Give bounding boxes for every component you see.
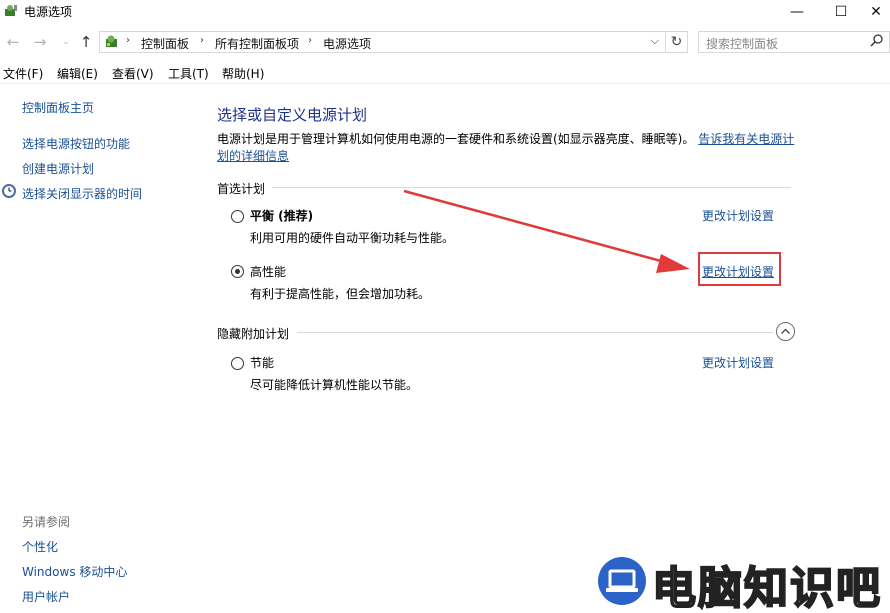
annotation-arrow: [403, 189, 690, 273]
description-text: 电源计划是用于管理计算机如何使用电源的一套硬件和系统设置(如显示器亮度、睡眠等)…: [217, 132, 695, 146]
radio-selected-dot: [235, 269, 240, 274]
hidden-plans-divider: [297, 332, 773, 333]
watermark-logo: [598, 557, 646, 605]
address-dropdown-icon[interactable]: ⌵: [651, 34, 659, 48]
recent-locations-chevron-icon[interactable]: ⌄: [56, 32, 76, 52]
menu-file[interactable]: 文件(F): [3, 65, 43, 82]
mobility-center-link[interactable]: Windows 移动中心: [22, 563, 127, 580]
title-bar: 电源选项 — ☐ ✕: [0, 0, 890, 24]
breadcrumb-power-options[interactable]: 电源选项: [323, 35, 371, 52]
balanced-plan-radio[interactable]: [231, 210, 244, 223]
minimize-button[interactable]: —: [774, 0, 820, 24]
power-saver-change-settings-link[interactable]: 更改计划设置: [702, 354, 774, 371]
balanced-change-settings-link[interactable]: 更改计划设置: [702, 207, 774, 224]
breadcrumb-control-panel[interactable]: 控制面板: [141, 35, 189, 52]
high-performance-plan-description: 有利于提高性能，但会增加功耗。: [250, 287, 431, 301]
collapse-hidden-plans-button[interactable]: [776, 322, 795, 341]
high-performance-plan-name[interactable]: 高性能: [250, 263, 286, 280]
menu-view[interactable]: 查看(V): [112, 65, 154, 82]
forward-arrow-icon[interactable]: →: [30, 32, 50, 52]
menu-help[interactable]: 帮助(H): [222, 65, 264, 82]
search-placeholder: 搜索控制面板: [706, 37, 779, 51]
hidden-plans-label: 隐藏附加计划: [217, 327, 290, 341]
see-also-title: 另请参阅: [22, 515, 71, 529]
address-bar[interactable]: › 控制面板 › 所有控制面板项 › 电源选项 ⌵: [99, 31, 666, 53]
preferred-plans-divider: [272, 187, 791, 188]
control-panel-home-link[interactable]: 控制面板主页: [22, 99, 94, 116]
balanced-plan-description: 利用可用的硬件自动平衡功耗与性能。: [250, 231, 455, 245]
power-saver-plan-name[interactable]: 节能: [250, 354, 274, 371]
balanced-plan-name[interactable]: 平衡 (推荐): [250, 207, 313, 224]
annotation-highlight-box: [698, 252, 781, 286]
menu-bar: 文件(F) 编辑(E) 查看(V) 工具(T) 帮助(H): [0, 62, 890, 84]
window-title: 电源选项: [24, 5, 73, 19]
back-arrow-icon[interactable]: ←: [3, 32, 23, 52]
create-power-plan-link[interactable]: 创建电源计划: [22, 160, 94, 177]
breadcrumb-all-items[interactable]: 所有控制面板项: [215, 35, 299, 52]
menu-tools[interactable]: 工具(T): [168, 65, 209, 82]
chevron-up-icon: [781, 328, 790, 334]
display-off-time-link[interactable]: 选择关闭显示器的时间: [22, 185, 142, 202]
page-description: 电源计划是用于管理计算机如何使用电源的一套硬件和系统设置(如显示器亮度、睡眠等)…: [217, 131, 802, 165]
preferred-plans-label: 首选计划: [217, 182, 266, 196]
menu-edit[interactable]: 编辑(E): [57, 65, 98, 82]
watermark-text: 电脑知识吧: [651, 562, 882, 613]
high-performance-plan-radio[interactable]: [231, 265, 244, 278]
breadcrumb-separator: ›: [126, 35, 130, 46]
refresh-icon[interactable]: ↻: [666, 31, 688, 53]
search-input[interactable]: 搜索控制面板: [698, 31, 890, 53]
power-button-function-link[interactable]: 选择电源按钮的功能: [22, 135, 130, 152]
display-off-clock-icon: [2, 184, 16, 198]
control-panel-icon: [106, 35, 117, 47]
breadcrumb-separator: ›: [308, 35, 312, 46]
search-icon[interactable]: [869, 33, 885, 49]
power-saver-plan-description: 尽可能降低计算机性能以节能。: [250, 378, 419, 392]
page-title: 选择或自定义电源计划: [217, 106, 368, 124]
power-options-icon: [5, 5, 17, 16]
user-accounts-link[interactable]: 用户帐户: [22, 588, 70, 605]
up-arrow-icon[interactable]: ↑: [76, 32, 96, 52]
close-button[interactable]: ✕: [862, 0, 890, 24]
power-saver-plan-radio[interactable]: [231, 357, 244, 370]
maximize-button[interactable]: ☐: [818, 0, 864, 24]
personalization-link[interactable]: 个性化: [22, 538, 58, 555]
breadcrumb-separator: ›: [200, 35, 204, 46]
laptop-icon: [606, 569, 638, 592]
navigation-bar: ← → ⌄ ↑ › 控制面板 › 所有控制面板项 › 电源选项 ⌵ ↻ 搜索控制…: [0, 28, 890, 56]
